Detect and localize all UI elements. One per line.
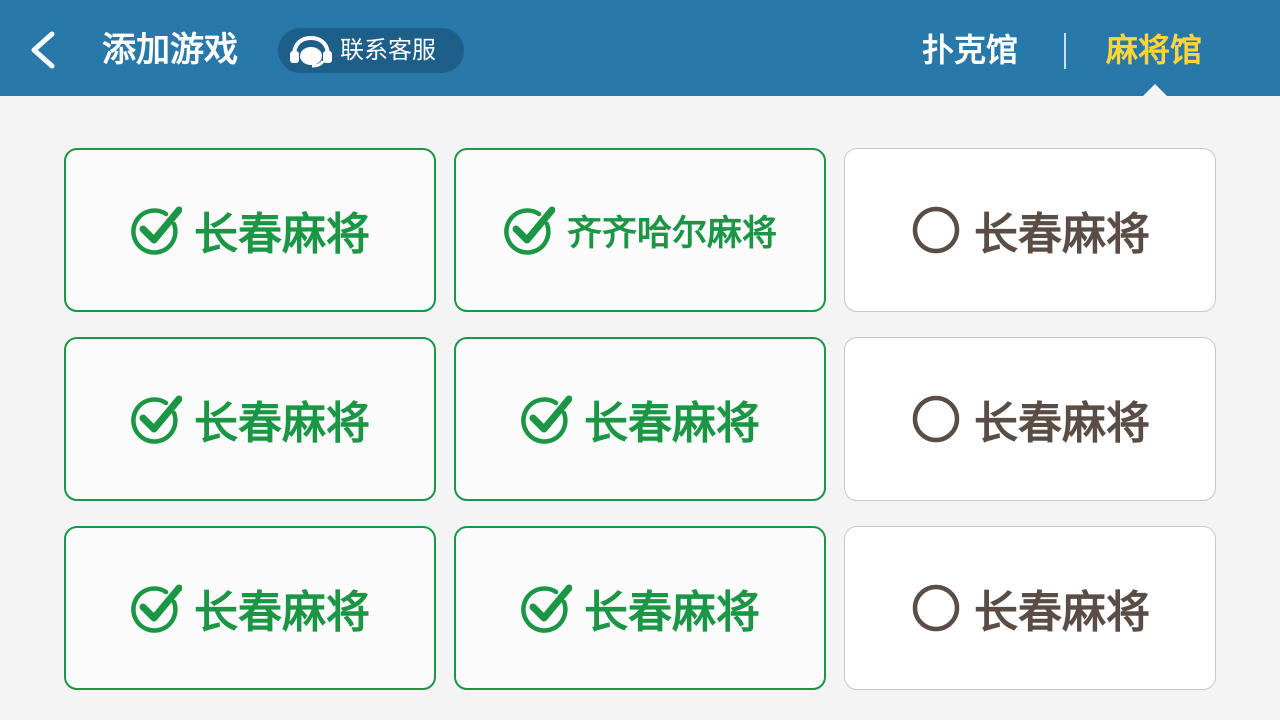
check-circle-icon (521, 395, 572, 444)
page-title: 添加游戏 (102, 30, 238, 70)
tab-poker-hall[interactable]: 扑克馆 (922, 26, 1018, 74)
back-button[interactable] (22, 26, 66, 74)
check-circle-icon (131, 206, 182, 255)
game-card-selected[interactable]: 长春麻将 (64, 526, 436, 690)
game-name: 长春麻将 (584, 587, 760, 638)
game-name: 长春麻将 (974, 398, 1150, 449)
tab-mahjong-hall[interactable]: 麻将馆 (1106, 26, 1202, 74)
empty-circle-icon (912, 584, 960, 632)
top-bar: 添加游戏 联系客服 扑克馆 麻将馆 (0, 0, 1280, 96)
game-name: 长春麻将 (584, 398, 760, 449)
game-name: 齐齐哈尔麻将 (566, 213, 777, 254)
game-card-selected[interactable]: 长春麻将 (64, 337, 436, 501)
empty-circle-icon (912, 206, 960, 254)
chevron-left-icon (31, 31, 55, 69)
game-card-unselected[interactable]: 长春麻将 (844, 526, 1216, 690)
game-card-selected[interactable]: 长春麻将 (454, 526, 826, 690)
check-circle-icon (521, 584, 572, 633)
game-name: 长春麻将 (194, 209, 370, 260)
game-name: 长春麻将 (974, 587, 1150, 638)
game-name: 长春麻将 (194, 587, 370, 638)
contact-support-button[interactable]: 联系客服 (278, 28, 464, 73)
contact-support-label: 联系客服 (340, 36, 436, 64)
tab-divider (1064, 33, 1066, 69)
game-name: 长春麻将 (194, 398, 370, 449)
check-circle-icon (131, 584, 182, 633)
check-circle-icon (131, 395, 182, 444)
game-grid: 长春麻将 齐齐哈尔麻将 长春麻将 长春麻将 长春麻将 长春麻将 长春麻将 长春麻… (64, 148, 1218, 690)
game-card-unselected[interactable]: 长春麻将 (844, 148, 1216, 312)
check-circle-icon (504, 206, 555, 255)
game-card-selected[interactable]: 长春麻将 (454, 337, 826, 501)
headset-icon (290, 35, 332, 68)
game-card-unselected[interactable]: 长春麻将 (844, 337, 1216, 501)
active-tab-indicator (1143, 84, 1167, 96)
game-name: 长春麻将 (974, 209, 1150, 260)
game-card-selected[interactable]: 齐齐哈尔麻将 (454, 148, 826, 312)
empty-circle-icon (912, 395, 960, 443)
game-card-selected[interactable]: 长春麻将 (64, 148, 436, 312)
